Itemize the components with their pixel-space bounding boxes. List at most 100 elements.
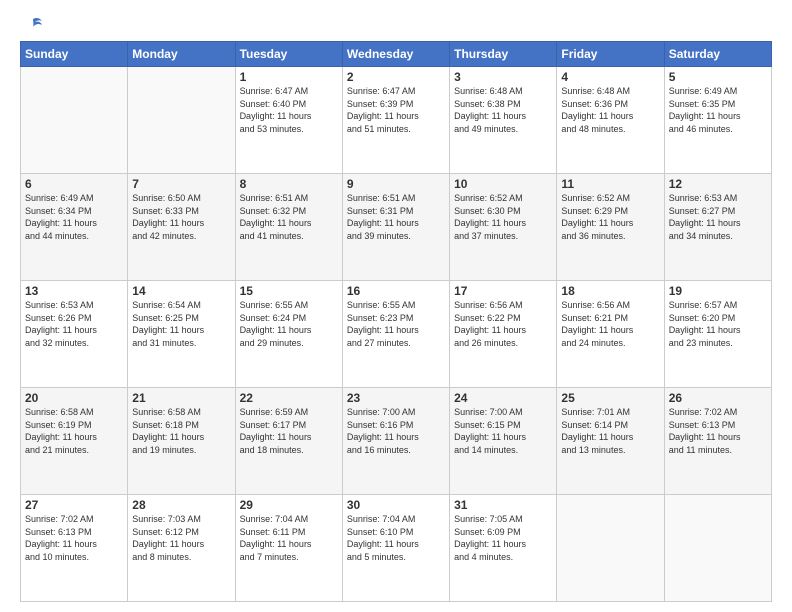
day-number: 20 xyxy=(25,391,123,405)
day-number: 5 xyxy=(669,70,767,84)
calendar-cell: 25Sunrise: 7:01 AM Sunset: 6:14 PM Dayli… xyxy=(557,388,664,495)
day-info: Sunrise: 6:49 AM Sunset: 6:35 PM Dayligh… xyxy=(669,85,767,135)
day-info: Sunrise: 7:00 AM Sunset: 6:16 PM Dayligh… xyxy=(347,406,445,456)
day-info: Sunrise: 7:03 AM Sunset: 6:12 PM Dayligh… xyxy=(132,513,230,563)
weekday-saturday: Saturday xyxy=(664,42,771,67)
day-info: Sunrise: 6:53 AM Sunset: 6:27 PM Dayligh… xyxy=(669,192,767,242)
calendar-cell: 13Sunrise: 6:53 AM Sunset: 6:26 PM Dayli… xyxy=(21,281,128,388)
day-number: 9 xyxy=(347,177,445,191)
calendar-cell: 3Sunrise: 6:48 AM Sunset: 6:38 PM Daylig… xyxy=(450,67,557,174)
calendar-cell: 7Sunrise: 6:50 AM Sunset: 6:33 PM Daylig… xyxy=(128,174,235,281)
calendar-cell: 1Sunrise: 6:47 AM Sunset: 6:40 PM Daylig… xyxy=(235,67,342,174)
day-info: Sunrise: 6:49 AM Sunset: 6:34 PM Dayligh… xyxy=(25,192,123,242)
day-number: 21 xyxy=(132,391,230,405)
calendar-cell: 17Sunrise: 6:56 AM Sunset: 6:22 PM Dayli… xyxy=(450,281,557,388)
day-info: Sunrise: 7:04 AM Sunset: 6:11 PM Dayligh… xyxy=(240,513,338,563)
calendar-cell: 12Sunrise: 6:53 AM Sunset: 6:27 PM Dayli… xyxy=(664,174,771,281)
calendar-cell: 20Sunrise: 6:58 AM Sunset: 6:19 PM Dayli… xyxy=(21,388,128,495)
day-info: Sunrise: 6:52 AM Sunset: 6:30 PM Dayligh… xyxy=(454,192,552,242)
day-info: Sunrise: 7:01 AM Sunset: 6:14 PM Dayligh… xyxy=(561,406,659,456)
day-info: Sunrise: 6:58 AM Sunset: 6:18 PM Dayligh… xyxy=(132,406,230,456)
calendar-cell: 24Sunrise: 7:00 AM Sunset: 6:15 PM Dayli… xyxy=(450,388,557,495)
day-number: 19 xyxy=(669,284,767,298)
day-number: 11 xyxy=(561,177,659,191)
day-info: Sunrise: 7:04 AM Sunset: 6:10 PM Dayligh… xyxy=(347,513,445,563)
calendar-cell: 14Sunrise: 6:54 AM Sunset: 6:25 PM Dayli… xyxy=(128,281,235,388)
week-row-1: 1Sunrise: 6:47 AM Sunset: 6:40 PM Daylig… xyxy=(21,67,772,174)
calendar-cell xyxy=(664,495,771,602)
weekday-friday: Friday xyxy=(557,42,664,67)
weekday-tuesday: Tuesday xyxy=(235,42,342,67)
calendar-cell: 6Sunrise: 6:49 AM Sunset: 6:34 PM Daylig… xyxy=(21,174,128,281)
day-info: Sunrise: 6:58 AM Sunset: 6:19 PM Dayligh… xyxy=(25,406,123,456)
day-info: Sunrise: 6:47 AM Sunset: 6:40 PM Dayligh… xyxy=(240,85,338,135)
day-number: 12 xyxy=(669,177,767,191)
calendar-cell: 10Sunrise: 6:52 AM Sunset: 6:30 PM Dayli… xyxy=(450,174,557,281)
page: SundayMondayTuesdayWednesdayThursdayFrid… xyxy=(0,0,792,612)
calendar-cell xyxy=(557,495,664,602)
day-info: Sunrise: 6:55 AM Sunset: 6:23 PM Dayligh… xyxy=(347,299,445,349)
calendar-cell: 30Sunrise: 7:04 AM Sunset: 6:10 PM Dayli… xyxy=(342,495,449,602)
day-info: Sunrise: 6:47 AM Sunset: 6:39 PM Dayligh… xyxy=(347,85,445,135)
day-number: 8 xyxy=(240,177,338,191)
day-number: 17 xyxy=(454,284,552,298)
day-info: Sunrise: 6:54 AM Sunset: 6:25 PM Dayligh… xyxy=(132,299,230,349)
day-info: Sunrise: 6:51 AM Sunset: 6:31 PM Dayligh… xyxy=(347,192,445,242)
calendar-cell: 27Sunrise: 7:02 AM Sunset: 6:13 PM Dayli… xyxy=(21,495,128,602)
calendar-cell: 26Sunrise: 7:02 AM Sunset: 6:13 PM Dayli… xyxy=(664,388,771,495)
calendar-cell: 29Sunrise: 7:04 AM Sunset: 6:11 PM Dayli… xyxy=(235,495,342,602)
calendar-cell: 23Sunrise: 7:00 AM Sunset: 6:16 PM Dayli… xyxy=(342,388,449,495)
day-number: 28 xyxy=(132,498,230,512)
calendar-cell: 28Sunrise: 7:03 AM Sunset: 6:12 PM Dayli… xyxy=(128,495,235,602)
day-number: 16 xyxy=(347,284,445,298)
weekday-thursday: Thursday xyxy=(450,42,557,67)
calendar-cell xyxy=(128,67,235,174)
calendar-table: SundayMondayTuesdayWednesdayThursdayFrid… xyxy=(20,41,772,602)
day-number: 27 xyxy=(25,498,123,512)
day-number: 23 xyxy=(347,391,445,405)
logo-bird-icon xyxy=(22,15,44,37)
day-number: 2 xyxy=(347,70,445,84)
calendar-cell: 22Sunrise: 6:59 AM Sunset: 6:17 PM Dayli… xyxy=(235,388,342,495)
day-number: 15 xyxy=(240,284,338,298)
day-info: Sunrise: 6:48 AM Sunset: 6:38 PM Dayligh… xyxy=(454,85,552,135)
calendar-cell: 16Sunrise: 6:55 AM Sunset: 6:23 PM Dayli… xyxy=(342,281,449,388)
day-number: 1 xyxy=(240,70,338,84)
day-info: Sunrise: 7:02 AM Sunset: 6:13 PM Dayligh… xyxy=(669,406,767,456)
calendar-cell: 2Sunrise: 6:47 AM Sunset: 6:39 PM Daylig… xyxy=(342,67,449,174)
calendar-cell: 21Sunrise: 6:58 AM Sunset: 6:18 PM Dayli… xyxy=(128,388,235,495)
day-number: 31 xyxy=(454,498,552,512)
day-info: Sunrise: 7:05 AM Sunset: 6:09 PM Dayligh… xyxy=(454,513,552,563)
day-info: Sunrise: 6:55 AM Sunset: 6:24 PM Dayligh… xyxy=(240,299,338,349)
day-number: 6 xyxy=(25,177,123,191)
week-row-3: 13Sunrise: 6:53 AM Sunset: 6:26 PM Dayli… xyxy=(21,281,772,388)
day-info: Sunrise: 6:56 AM Sunset: 6:21 PM Dayligh… xyxy=(561,299,659,349)
day-info: Sunrise: 6:56 AM Sunset: 6:22 PM Dayligh… xyxy=(454,299,552,349)
day-number: 18 xyxy=(561,284,659,298)
weekday-monday: Monday xyxy=(128,42,235,67)
calendar-cell xyxy=(21,67,128,174)
calendar-cell: 8Sunrise: 6:51 AM Sunset: 6:32 PM Daylig… xyxy=(235,174,342,281)
day-number: 4 xyxy=(561,70,659,84)
day-number: 14 xyxy=(132,284,230,298)
day-number: 10 xyxy=(454,177,552,191)
day-info: Sunrise: 6:51 AM Sunset: 6:32 PM Dayligh… xyxy=(240,192,338,242)
week-row-5: 27Sunrise: 7:02 AM Sunset: 6:13 PM Dayli… xyxy=(21,495,772,602)
calendar-cell: 18Sunrise: 6:56 AM Sunset: 6:21 PM Dayli… xyxy=(557,281,664,388)
calendar-cell: 4Sunrise: 6:48 AM Sunset: 6:36 PM Daylig… xyxy=(557,67,664,174)
day-info: Sunrise: 6:59 AM Sunset: 6:17 PM Dayligh… xyxy=(240,406,338,456)
calendar-cell: 11Sunrise: 6:52 AM Sunset: 6:29 PM Dayli… xyxy=(557,174,664,281)
header xyxy=(20,15,772,33)
calendar-cell: 9Sunrise: 6:51 AM Sunset: 6:31 PM Daylig… xyxy=(342,174,449,281)
calendar-cell: 5Sunrise: 6:49 AM Sunset: 6:35 PM Daylig… xyxy=(664,67,771,174)
day-number: 22 xyxy=(240,391,338,405)
day-number: 3 xyxy=(454,70,552,84)
logo xyxy=(20,15,44,33)
calendar-cell: 19Sunrise: 6:57 AM Sunset: 6:20 PM Dayli… xyxy=(664,281,771,388)
day-info: Sunrise: 6:53 AM Sunset: 6:26 PM Dayligh… xyxy=(25,299,123,349)
day-info: Sunrise: 7:02 AM Sunset: 6:13 PM Dayligh… xyxy=(25,513,123,563)
week-row-4: 20Sunrise: 6:58 AM Sunset: 6:19 PM Dayli… xyxy=(21,388,772,495)
day-info: Sunrise: 6:48 AM Sunset: 6:36 PM Dayligh… xyxy=(561,85,659,135)
day-number: 13 xyxy=(25,284,123,298)
day-number: 25 xyxy=(561,391,659,405)
